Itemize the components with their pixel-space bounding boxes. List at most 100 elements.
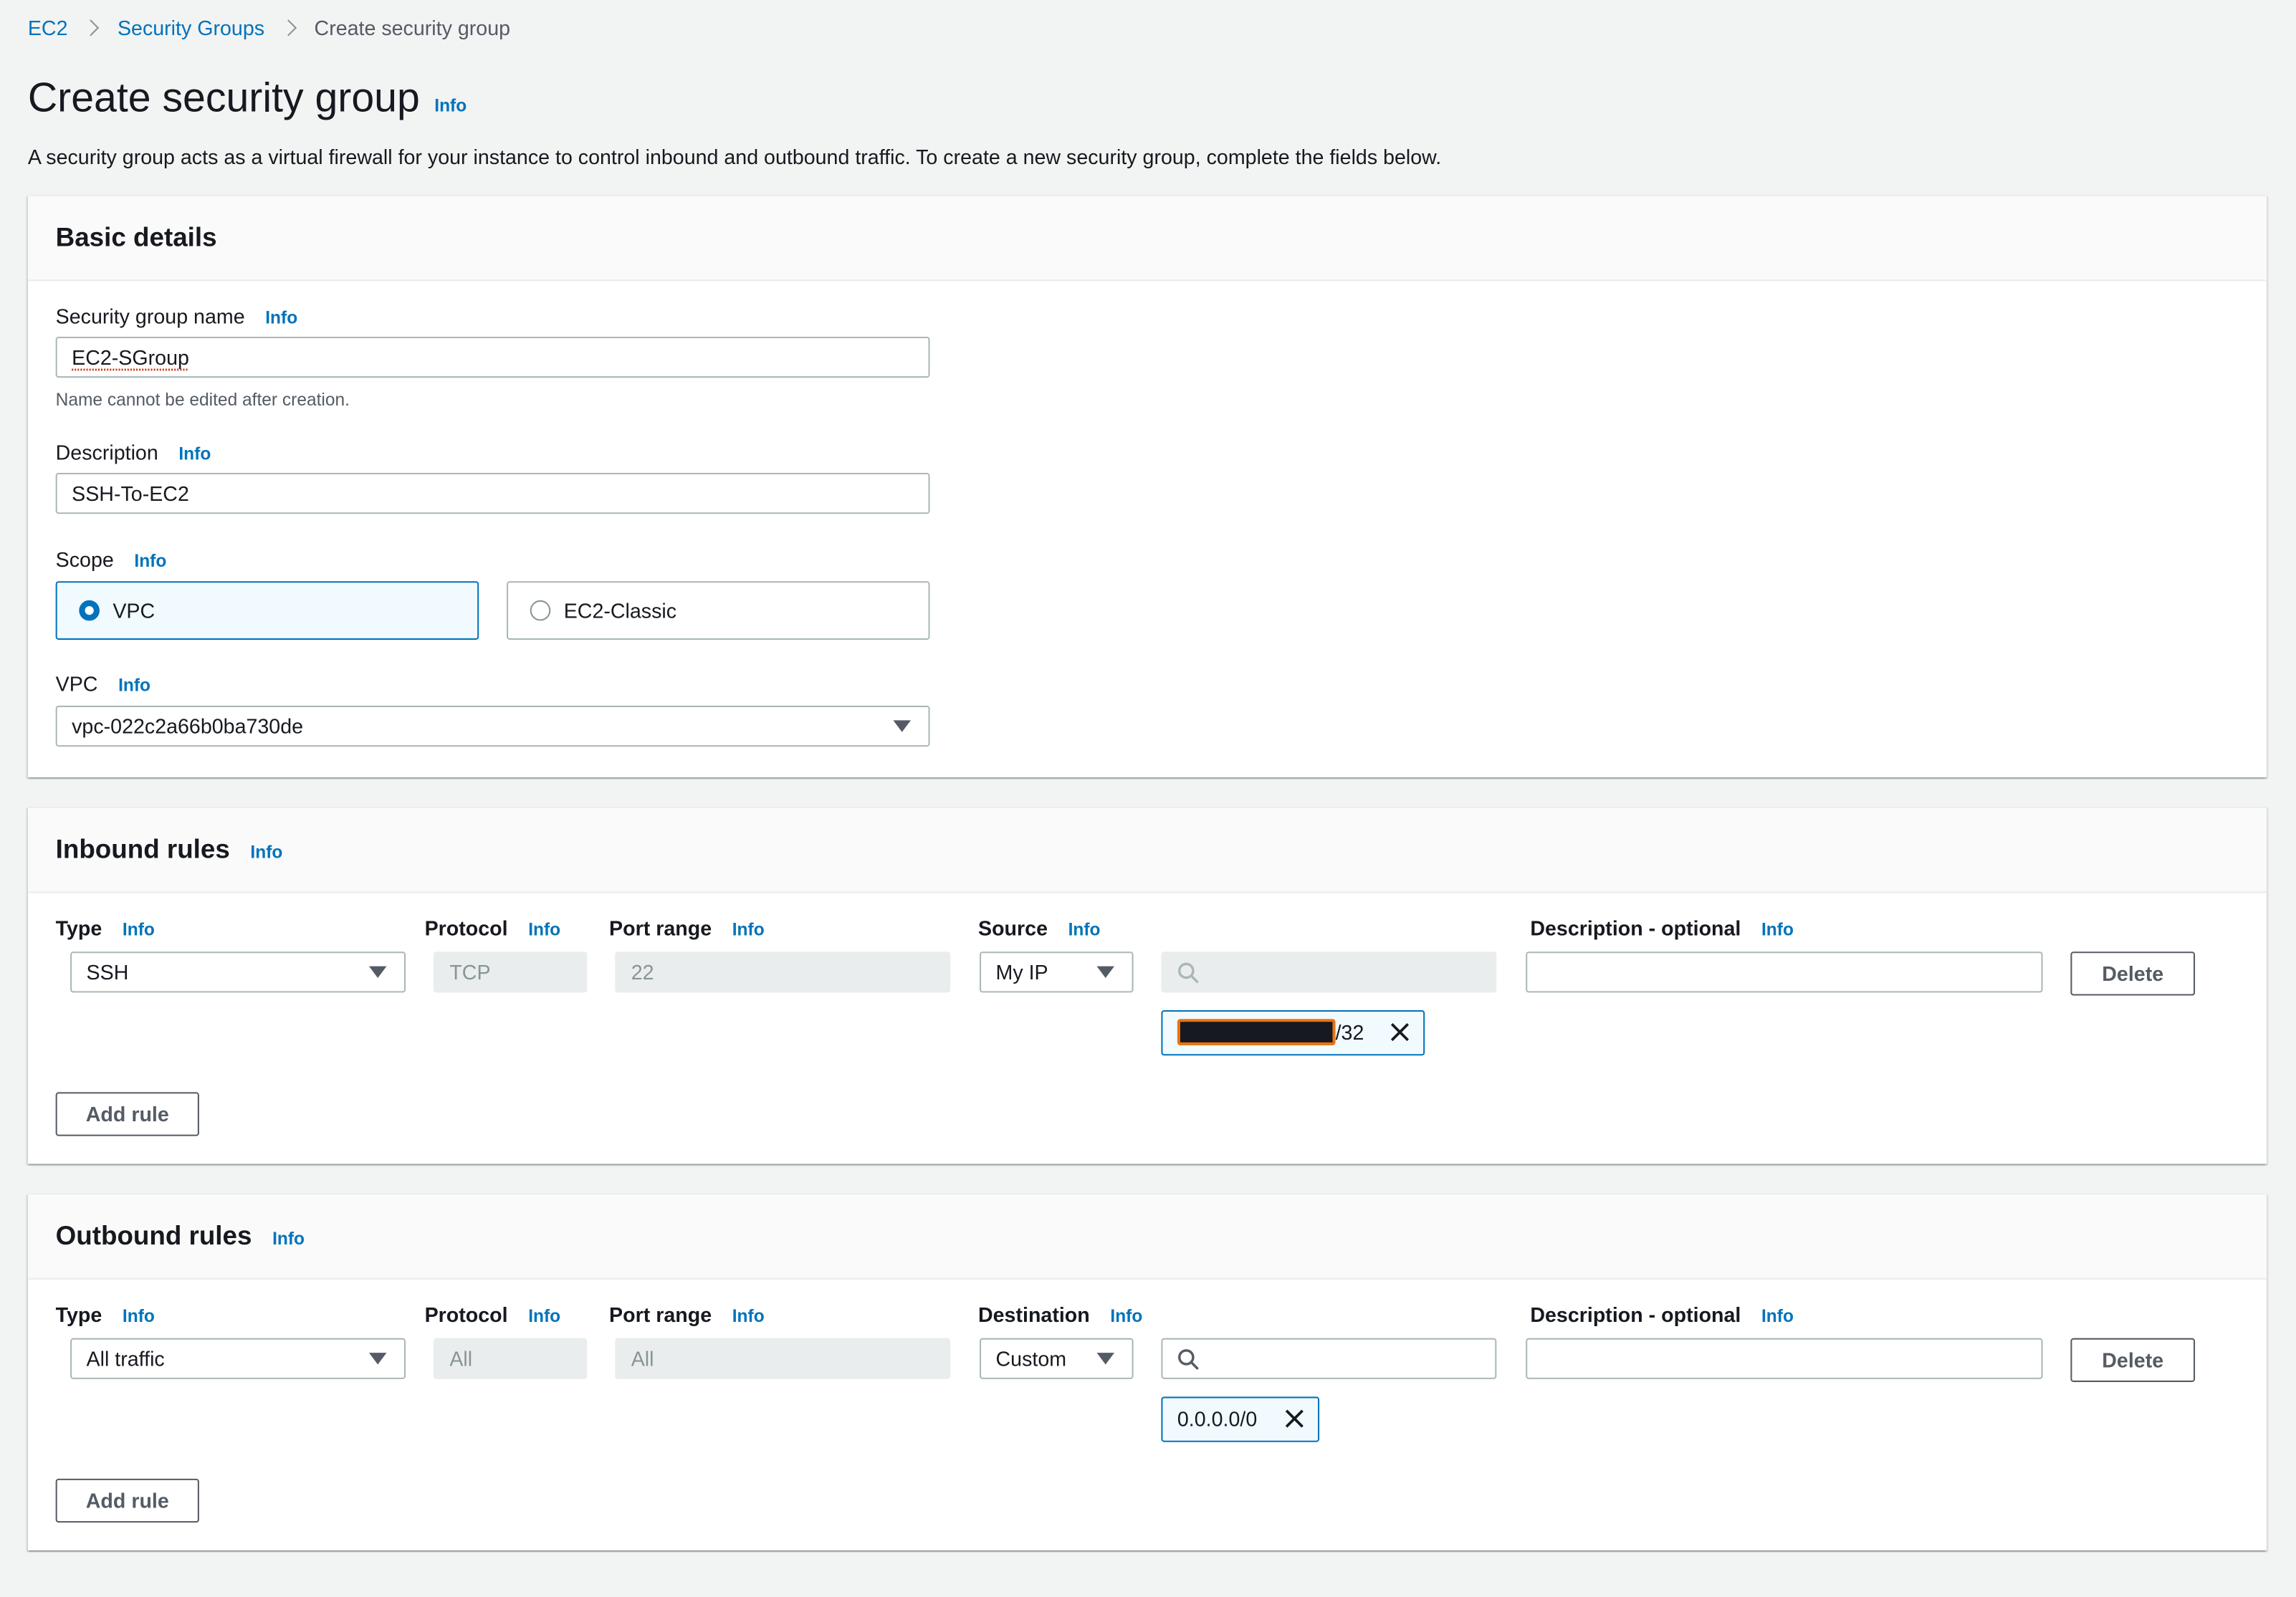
outbound-type-select[interactable]: All traffic	[70, 1338, 406, 1379]
outbound-cidr-token-text: 0.0.0.0/0	[1177, 1406, 1258, 1431]
breadcrumb-security-groups[interactable]: Security Groups	[118, 16, 264, 39]
radio-selected-icon[interactable]	[79, 600, 100, 621]
sg-name-label-text: Security group name	[55, 304, 245, 328]
caret-down-icon	[893, 720, 911, 732]
inbound-delete-button[interactable]: Delete	[2070, 951, 2196, 996]
inbound-rules-header: Inbound rules Info	[27, 807, 2267, 893]
outbound-type-info-link[interactable]: Info	[123, 1306, 155, 1327]
description-label-text: Description	[55, 441, 158, 464]
inbound-type-header-text: Type	[55, 916, 102, 940]
outbound-rules-title: Outbound rules	[55, 1221, 252, 1251]
outbound-add-rule-button[interactable]: Add rule	[55, 1478, 199, 1523]
outbound-protocol-header: Protocol Info	[425, 1303, 561, 1327]
outbound-port-header: Port range Info	[609, 1303, 765, 1327]
inbound-rules-panel: Inbound rules Info Type Info Protocol In…	[27, 806, 2267, 1164]
inbound-protocol-field: TCP	[433, 951, 588, 993]
inbound-desc-header-text: Description - optional	[1530, 916, 1741, 940]
scope-option-ec2-classic[interactable]: EC2-Classic	[507, 581, 930, 640]
caret-down-icon	[1096, 966, 1115, 978]
vpc-info-link[interactable]: Info	[118, 675, 150, 696]
outbound-type-value: All traffic	[86, 1346, 165, 1371]
inbound-port-info-link[interactable]: Info	[732, 919, 765, 940]
inbound-source-header-text: Source	[977, 916, 1048, 940]
scope-option-vpc[interactable]: VPC	[55, 581, 479, 640]
close-icon[interactable]	[1284, 1409, 1305, 1429]
close-icon[interactable]	[1389, 1022, 1410, 1042]
outbound-port-info-link[interactable]: Info	[732, 1306, 765, 1327]
outbound-cidr-search[interactable]	[1161, 1338, 1497, 1379]
inbound-protocol-header: Protocol Info	[425, 916, 561, 940]
inbound-port-header: Port range Info	[609, 916, 765, 940]
inbound-protocol-header-text: Protocol	[424, 916, 508, 940]
outbound-protocol-info-link[interactable]: Info	[528, 1306, 560, 1327]
outbound-cidr-token: 0.0.0.0/0	[1161, 1396, 1320, 1442]
basic-details-title: Basic details	[55, 222, 217, 252]
inbound-desc-info-link[interactable]: Info	[1761, 919, 1794, 940]
inbound-add-rule-button[interactable]: Add rule	[55, 1092, 199, 1136]
sg-name-info-link[interactable]: Info	[265, 307, 297, 328]
basic-details-header: Basic details	[27, 196, 2267, 282]
outbound-destination-header-text: Destination	[977, 1303, 1090, 1327]
outbound-rules-panel: Outbound rules Info Type Info Protocol I…	[27, 1193, 2267, 1550]
description-label: Description Info	[56, 441, 211, 464]
caret-down-icon	[1096, 1353, 1115, 1365]
inbound-desc-header: Description - optional Info	[1530, 916, 1794, 940]
inbound-description-input[interactable]	[1526, 951, 2043, 993]
sg-name-label: Security group name Info	[56, 304, 298, 328]
inbound-type-header: Type Info	[56, 916, 155, 940]
outbound-rules-header: Outbound rules Info	[27, 1194, 2267, 1280]
inbound-info-link[interactable]: Info	[250, 842, 282, 863]
vpc-select[interactable]: vpc-022c2a66b0ba730de	[55, 705, 930, 747]
search-icon	[1178, 1349, 1199, 1370]
outbound-destination-select[interactable]: Custom	[980, 1338, 1134, 1379]
inbound-source-value: My IP	[995, 960, 1048, 984]
outbound-port-field: All	[615, 1338, 951, 1379]
outbound-desc-header: Description - optional Info	[1530, 1303, 1794, 1327]
scope-option-ec2-classic-label: EC2-Classic	[563, 598, 677, 623]
outbound-description-input[interactable]	[1526, 1338, 2043, 1379]
redacted-ip	[1177, 1018, 1336, 1045]
inbound-type-select[interactable]: SSH	[70, 951, 406, 993]
vpc-label-text: VPC	[55, 671, 98, 696]
outbound-destination-info-link[interactable]: Info	[1110, 1306, 1142, 1327]
page-description: A security group acts as a virtual firew…	[27, 145, 1442, 168]
radio-icon[interactable]	[530, 600, 551, 621]
outbound-port-header-text: Port range	[609, 1303, 712, 1327]
scope-label: Scope Info	[56, 547, 167, 571]
inbound-source-info-link[interactable]: Info	[1068, 919, 1101, 940]
outbound-desc-info-link[interactable]: Info	[1761, 1306, 1794, 1327]
scope-label-text: Scope	[55, 547, 114, 571]
breadcrumb: EC2 Security Groups Create security grou…	[28, 16, 510, 39]
inbound-type-info-link[interactable]: Info	[123, 919, 155, 940]
caret-down-icon	[368, 966, 387, 978]
sg-name-input[interactable]: EC2-SGroup	[55, 336, 930, 378]
outbound-desc-header-text: Description - optional	[1530, 1303, 1741, 1327]
inbound-port-field: 22	[615, 951, 951, 993]
outbound-protocol-header-text: Protocol	[424, 1303, 508, 1327]
inbound-cidr-token: /32	[1161, 1009, 1425, 1056]
outbound-delete-button[interactable]: Delete	[2070, 1338, 2196, 1382]
scope-info-link[interactable]: Info	[134, 550, 166, 571]
vpc-select-value: vpc-022c2a66b0ba730de	[72, 714, 304, 738]
outbound-destination-header: Destination Info	[978, 1303, 1142, 1327]
caret-down-icon	[368, 1353, 387, 1365]
breadcrumb-current: Create security group	[314, 16, 511, 40]
basic-details-panel: Basic details Security group name Info E…	[27, 194, 2267, 778]
page-title: Create security group Info	[28, 75, 467, 121]
inbound-type-value: SSH	[86, 960, 129, 984]
description-info-link[interactable]: Info	[178, 443, 211, 464]
inbound-source-select[interactable]: My IP	[980, 951, 1134, 993]
scope-option-vpc-label: VPC	[113, 598, 156, 623]
outbound-info-link[interactable]: Info	[272, 1228, 305, 1249]
inbound-source-header: Source Info	[978, 916, 1101, 940]
inbound-cidr-search[interactable]	[1161, 951, 1497, 993]
sg-name-hint: Name cannot be edited after creation.	[55, 389, 350, 411]
search-icon	[1178, 962, 1199, 984]
description-input[interactable]: SSH-To-EC2	[55, 473, 930, 514]
breadcrumb-ec2[interactable]: EC2	[28, 16, 68, 39]
outbound-type-header: Type Info	[56, 1303, 155, 1327]
page-info-link[interactable]: Info	[434, 95, 467, 116]
chevron-right-icon	[82, 19, 100, 37]
sg-name-value: EC2-SGroup	[72, 345, 189, 369]
inbound-protocol-info-link[interactable]: Info	[528, 919, 560, 940]
